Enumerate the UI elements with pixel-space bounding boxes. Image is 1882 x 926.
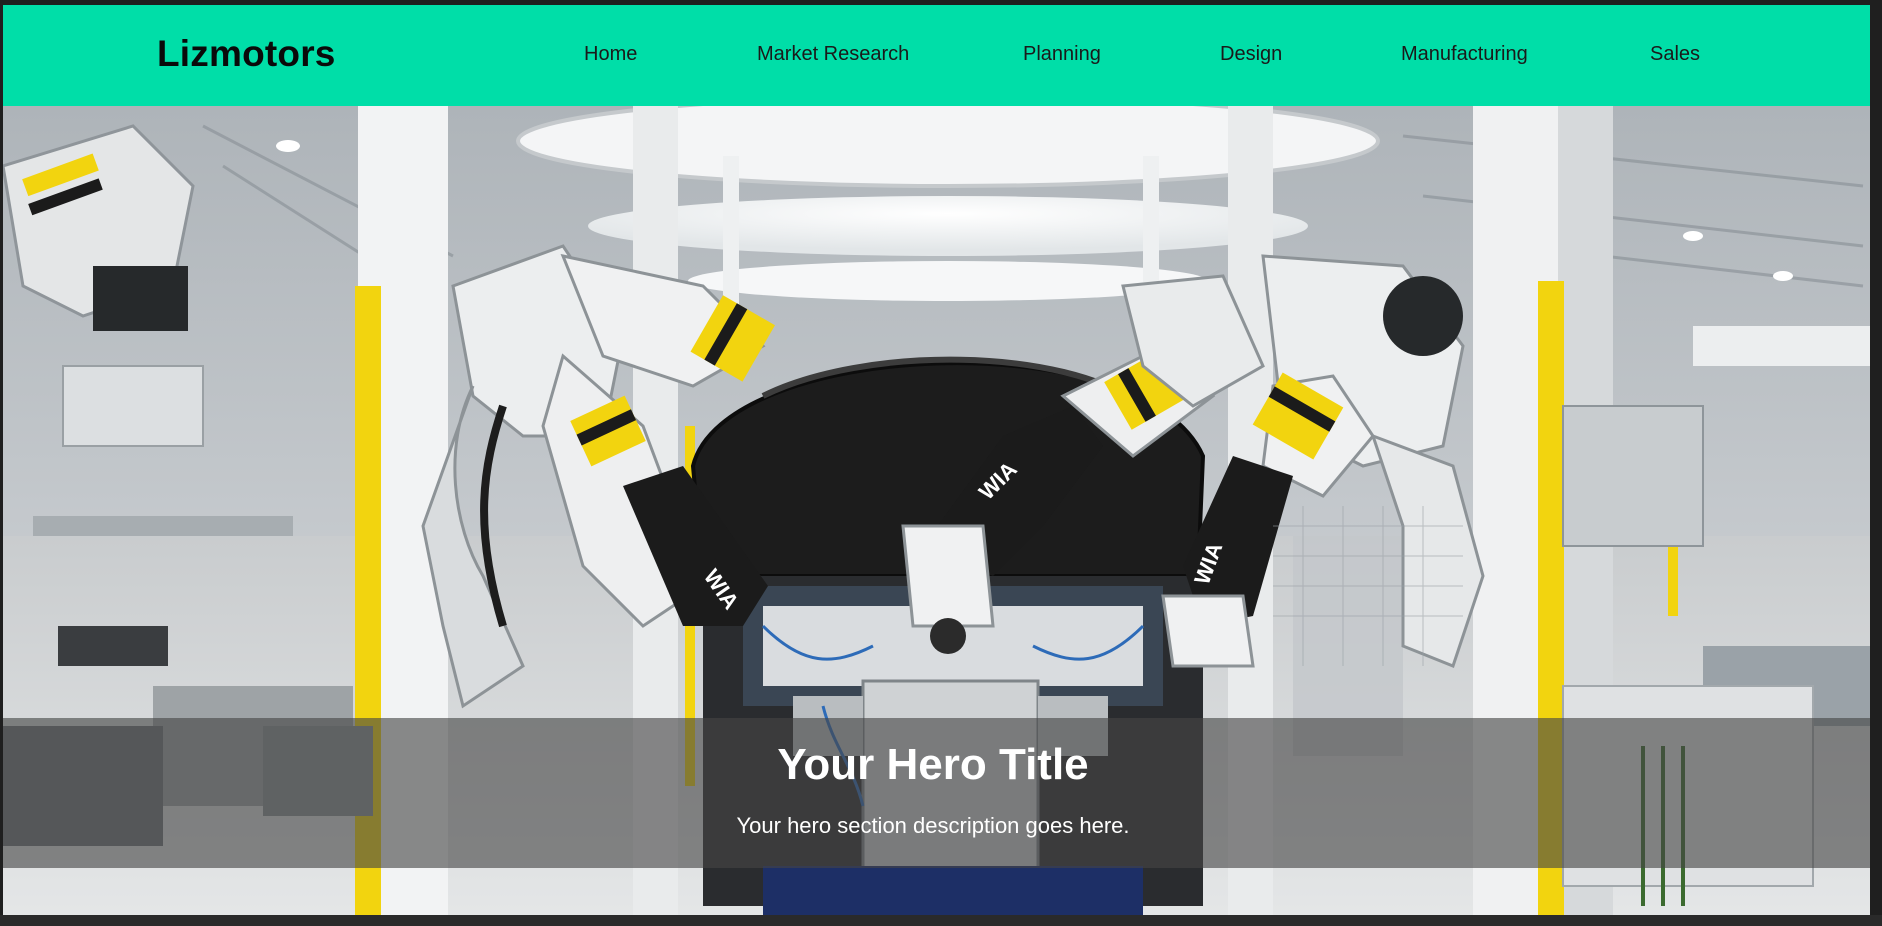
hero-description: Your hero section description goes here. xyxy=(736,813,1130,838)
page-bottom-edge xyxy=(0,915,1882,926)
nav-link-manufacturing[interactable]: Manufacturing xyxy=(1401,41,1528,67)
nav-link-planning[interactable]: Planning xyxy=(1023,41,1101,67)
hero-title: Your Hero Title xyxy=(777,740,1089,789)
nav-link-market-research[interactable]: Market Research xyxy=(757,41,909,67)
hero-section: WIA WIA WIA Your Hero Title Your hero se… xyxy=(3,106,1870,915)
page: Lizmotors Home Market Research Planning … xyxy=(0,0,1882,926)
nav-link-home[interactable]: Home xyxy=(584,41,637,67)
nav-link-sales[interactable]: Sales xyxy=(1650,41,1700,67)
top-navbar: Lizmotors Home Market Research Planning … xyxy=(3,5,1870,106)
brand-logo[interactable]: Lizmotors xyxy=(157,31,336,77)
nav-link-design[interactable]: Design xyxy=(1220,41,1282,67)
